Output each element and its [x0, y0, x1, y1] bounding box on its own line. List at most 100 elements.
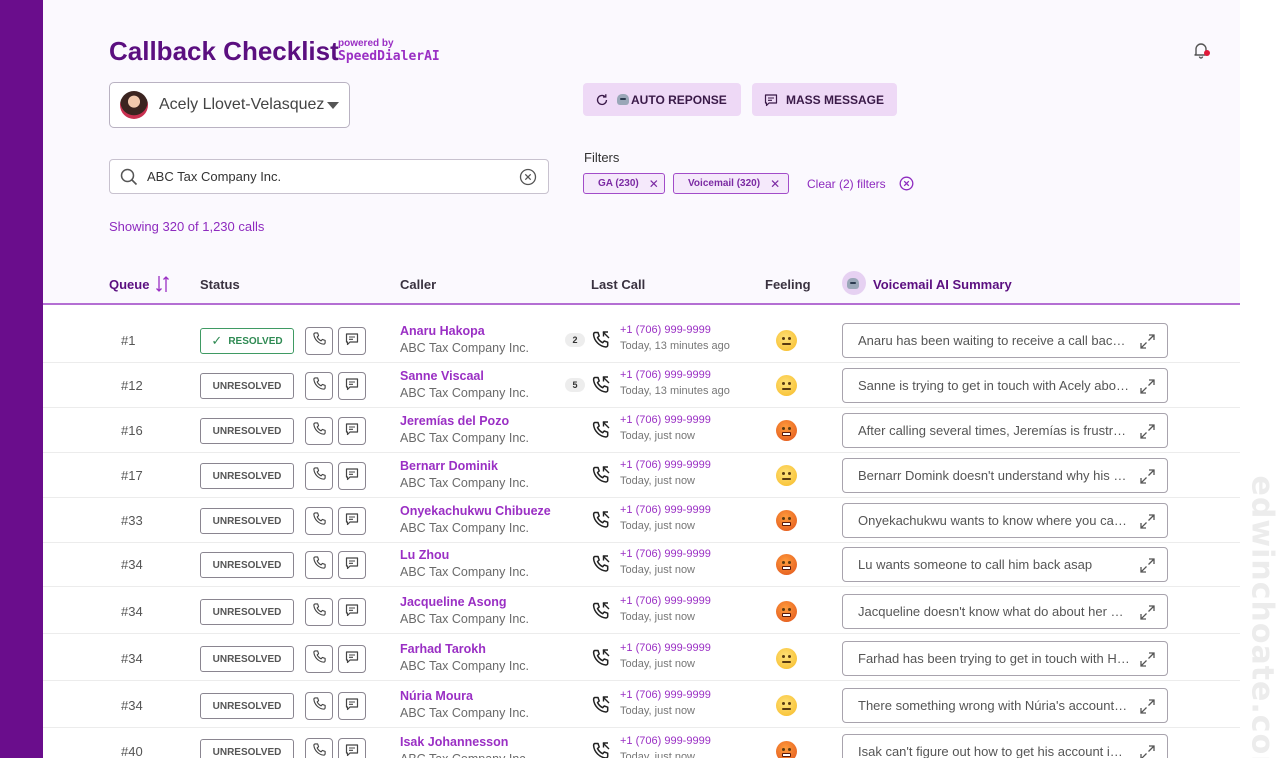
app-sidebar	[0, 0, 43, 758]
table-row[interactable]: #16 UNRESOLVED Jeremías del Pozo ABC Tax Co…	[43, 408, 1240, 453]
status-button[interactable]: UNRESOLVED	[200, 599, 294, 625]
message-button[interactable]	[338, 692, 366, 720]
phone-icon	[312, 421, 327, 441]
phone-number[interactable]: +1 (706) 999-9999	[620, 642, 711, 654]
caller-name[interactable]: Lu Zhou	[400, 548, 449, 562]
caller-name[interactable]: Bernarr Dominik	[400, 459, 498, 473]
caller-name[interactable]: Anaru Hakopa	[400, 324, 485, 338]
status-button[interactable]: UNRESOLVED	[200, 646, 294, 672]
caller-name[interactable]: Jeremías del Pozo	[400, 414, 509, 428]
status-label: UNRESOLVED	[212, 606, 282, 618]
table-row[interactable]: #33 UNRESOLVED Onyekachukwu Chibueze ABC Ta…	[43, 498, 1240, 543]
caller-name[interactable]: Sanne Viscaal	[400, 369, 484, 383]
agent-selector[interactable]: Acely Llovet-Velasquez	[109, 82, 350, 128]
message-button[interactable]	[338, 551, 366, 579]
table-row[interactable]: #17 UNRESOLVED Bernarr Dominik ABC Tax Comp…	[43, 453, 1240, 498]
expand-icon[interactable]	[1139, 378, 1156, 398]
phone-number[interactable]: +1 (706) 999-9999	[620, 595, 711, 607]
call-button[interactable]	[305, 462, 333, 490]
caller-name[interactable]: Farhad Tarokh	[400, 642, 486, 656]
phone-number[interactable]: +1 (706) 999-9999	[620, 459, 711, 471]
table-row[interactable]: #40 UNRESOLVED Isak Johannesson ABC Tax Com…	[43, 729, 1240, 758]
call-button[interactable]	[305, 738, 333, 758]
table-row[interactable]: #34 UNRESOLVED Núria Moura ABC Tax Company …	[43, 683, 1240, 728]
caller-name[interactable]: Isak Johannesson	[400, 735, 508, 749]
expand-icon[interactable]	[1139, 333, 1156, 353]
column-header-queue[interactable]: Queue	[109, 277, 149, 292]
expand-icon[interactable]	[1139, 423, 1156, 443]
status-button[interactable]: UNRESOLVED	[200, 739, 294, 758]
status-button[interactable]: UNRESOLVED	[200, 463, 294, 489]
message-button[interactable]	[338, 738, 366, 758]
voicemail-summary[interactable]: Lu wants someone to call him back asap	[842, 547, 1168, 582]
message-icon	[345, 512, 359, 531]
phone-number[interactable]: +1 (706) 999-9999	[620, 689, 711, 701]
table-row[interactable]: #34 UNRESOLVED Farhad Tarokh ABC Tax Compan…	[43, 636, 1240, 681]
neutral-face-icon	[776, 695, 797, 716]
expand-icon[interactable]	[1139, 604, 1156, 624]
call-button[interactable]	[305, 692, 333, 720]
voicemail-summary[interactable]: Onyekachukwu wants to know where you can…	[842, 503, 1168, 538]
voicemail-summary[interactable]: Isak can't figure out how to get his acc…	[842, 734, 1168, 758]
clear-filters-link[interactable]: Clear (2) filters	[807, 176, 914, 191]
table-row[interactable]: #34 UNRESOLVED Jacqueline Asong ABC Tax Com…	[43, 589, 1240, 634]
message-button[interactable]	[338, 598, 366, 626]
voicemail-summary[interactable]: Jacqueline doesn't know what do about he…	[842, 594, 1168, 629]
close-icon[interactable]: ✕	[770, 177, 780, 191]
status-button[interactable]: UNRESOLVED	[200, 552, 294, 578]
status-button[interactable]: UNRESOLVED	[200, 418, 294, 444]
voicemail-summary[interactable]: After calling several times, Jeremías is…	[842, 413, 1168, 448]
expand-icon[interactable]	[1139, 468, 1156, 488]
voicemail-summary[interactable]: Anaru has been waiting to receive a call…	[842, 323, 1168, 358]
phone-number[interactable]: +1 (706) 999-9999	[620, 369, 711, 381]
message-button[interactable]	[338, 327, 366, 355]
message-button[interactable]	[338, 372, 366, 400]
voicemail-summary[interactable]: Bernarr Domink doesn't understand why hi…	[842, 458, 1168, 493]
last-call-time: Today, just now	[620, 520, 696, 532]
status-button[interactable]: ✓ RESOLVED	[200, 328, 294, 354]
clear-search-icon[interactable]	[519, 168, 537, 191]
message-button[interactable]	[338, 462, 366, 490]
phone-number[interactable]: +1 (706) 999-9999	[620, 735, 711, 747]
message-button[interactable]	[338, 645, 366, 673]
call-button[interactable]	[305, 507, 333, 535]
status-button[interactable]: UNRESOLVED	[200, 508, 294, 534]
mass-message-button[interactable]: MASS MESSAGE	[752, 83, 897, 116]
phone-number[interactable]: +1 (706) 999-9999	[620, 548, 711, 560]
phone-number[interactable]: +1 (706) 999-9999	[620, 324, 711, 336]
caller-name[interactable]: Onyekachukwu Chibueze	[400, 504, 551, 518]
expand-icon[interactable]	[1139, 557, 1156, 577]
status-button[interactable]: UNRESOLVED	[200, 693, 294, 719]
phone-number[interactable]: +1 (706) 999-9999	[620, 504, 711, 516]
caller-company: ABC Tax Company Inc.	[400, 476, 529, 490]
call-button[interactable]	[305, 645, 333, 673]
call-button[interactable]	[305, 327, 333, 355]
phone-number[interactable]: +1 (706) 999-9999	[620, 414, 711, 426]
close-icon[interactable]: ✕	[649, 177, 659, 191]
search-input[interactable]: ABC Tax Company Inc.	[109, 159, 549, 194]
caller-name[interactable]: Núria Moura	[400, 689, 473, 703]
expand-icon[interactable]	[1139, 513, 1156, 533]
call-button[interactable]	[305, 417, 333, 445]
message-button[interactable]	[338, 507, 366, 535]
voicemail-summary[interactable]: Sanne is trying to get in touch with Ace…	[842, 368, 1168, 403]
table-row[interactable]: #1 ✓ RESOLVED Anaru Hakopa ABC Tax Company I…	[43, 318, 1240, 363]
caller-name[interactable]: Jacqueline Asong	[400, 595, 507, 609]
table-row[interactable]: #12 UNRESOLVED Sanne Viscaal ABC Tax Compan…	[43, 363, 1240, 408]
voicemail-summary[interactable]: Farhad has been trying to get in touch w…	[842, 641, 1168, 676]
expand-icon[interactable]	[1139, 651, 1156, 671]
sort-icon[interactable]	[155, 274, 171, 294]
auto-response-button[interactable]: AUTO REPONSE	[583, 83, 741, 116]
notifications-bell-icon[interactable]	[1191, 40, 1211, 60]
filter-chip-voicemail[interactable]: Voicemail (320) ✕	[673, 173, 789, 194]
message-button[interactable]	[338, 417, 366, 445]
call-button[interactable]	[305, 372, 333, 400]
call-button[interactable]	[305, 551, 333, 579]
expand-icon[interactable]	[1139, 698, 1156, 718]
table-row[interactable]: #34 UNRESOLVED Lu Zhou ABC Tax Company Inc.…	[43, 542, 1240, 587]
status-button[interactable]: UNRESOLVED	[200, 373, 294, 399]
filter-chip-ga[interactable]: GA (230) ✕	[583, 173, 665, 194]
voicemail-summary[interactable]: There something wrong with Núria's accou…	[842, 688, 1168, 723]
expand-icon[interactable]	[1139, 744, 1156, 758]
call-button[interactable]	[305, 598, 333, 626]
